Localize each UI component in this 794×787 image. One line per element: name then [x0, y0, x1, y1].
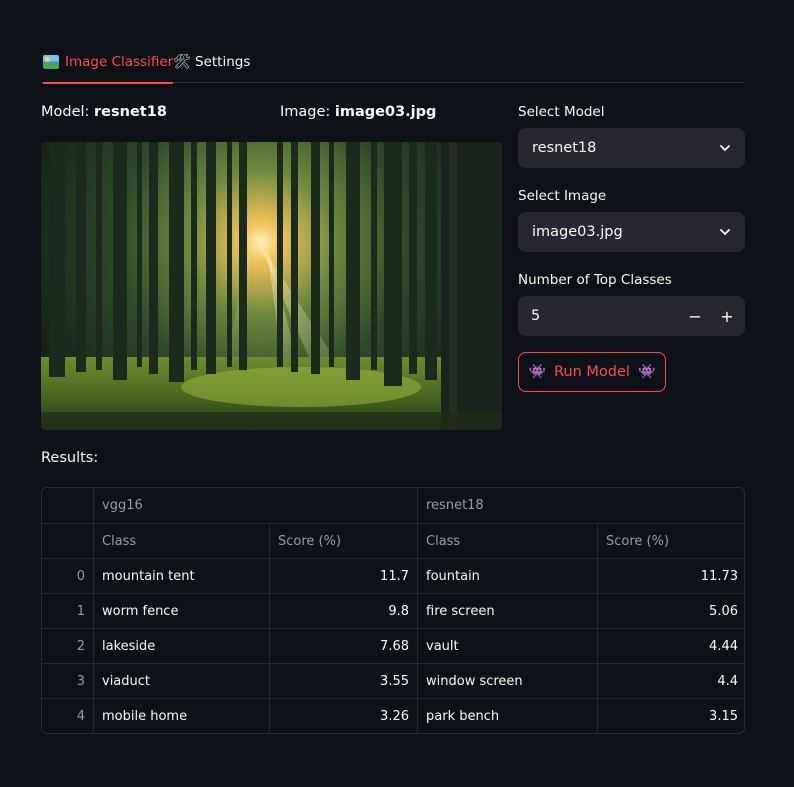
score-cell[interactable]: 4.44 — [597, 629, 744, 664]
top-classes-value[interactable]: 5 — [531, 308, 540, 324]
class-cell[interactable]: window screen — [417, 664, 597, 699]
table-row: 1 worm fence 9.8 fire screen 5.06 — [42, 593, 744, 629]
column-header[interactable]: Score (%) — [269, 524, 417, 559]
column-header[interactable]: Class — [93, 524, 269, 559]
row-index: 3 — [76, 674, 85, 689]
table-group-header: vgg16 resnet18 — [42, 488, 744, 523]
score-cell[interactable]: 11.7 — [269, 559, 417, 594]
class-cell[interactable]: viaduct — [93, 664, 269, 699]
group-header-vgg16: vgg16 — [93, 488, 417, 523]
score-cell[interactable]: 3.15 — [597, 699, 744, 733]
group-header-resnet18: resnet18 — [417, 488, 744, 523]
app-page: Image Classifier 🛠 Settings Model: resne… — [0, 0, 794, 787]
tab-label: Image Classifier — [65, 53, 174, 70]
model-select[interactable]: resnet18 — [518, 128, 745, 168]
table-column-header: Class Score (%) Class Score (%) — [42, 523, 744, 559]
landscape-icon — [43, 54, 59, 69]
table-row: 3 viaduct 3.55 window screen 4.4 — [42, 663, 744, 699]
score-cell[interactable]: 4.4 — [597, 664, 744, 699]
select-image-label: Select Image — [518, 188, 607, 204]
top-classes-label: Number of Top Classes — [518, 272, 672, 288]
class-cell[interactable]: worm fence — [93, 594, 269, 629]
image-select[interactable]: image03.jpg — [518, 212, 745, 252]
column-header[interactable]: Class — [417, 524, 597, 559]
class-cell[interactable]: mobile home — [93, 699, 269, 733]
top-classes-input[interactable]: 5 − + — [518, 296, 745, 336]
corner-cell — [42, 488, 93, 523]
table-row: 4 mobile home 3.26 park bench 3.15 — [42, 698, 744, 733]
image-caption: Image: image03.jpg — [280, 104, 436, 120]
score-cell[interactable]: 9.8 — [269, 594, 417, 629]
tab-image-classifier[interactable]: Image Classifier — [43, 40, 174, 84]
class-cell[interactable]: lakeside — [93, 629, 269, 664]
image-caption-value: image03.jpg — [334, 104, 437, 120]
run-model-label: Run Model — [554, 364, 630, 380]
increment-button[interactable]: + — [712, 296, 742, 336]
select-model-label: Select Model — [518, 104, 605, 120]
score-cell[interactable]: 3.55 — [269, 664, 417, 699]
decrement-button[interactable]: − — [680, 296, 710, 336]
score-cell[interactable]: 5.06 — [597, 594, 744, 629]
model-caption-label: Model: — [41, 104, 90, 120]
results-title: Results: — [41, 450, 99, 466]
class-cell[interactable]: park bench — [417, 699, 597, 733]
row-index: 4 — [76, 709, 85, 724]
tab-label: Settings — [195, 53, 251, 70]
model-caption: Model: resnet18 — [41, 104, 167, 120]
tools-icon: 🛠 — [173, 53, 191, 70]
row-index: 1 — [76, 604, 85, 619]
score-cell[interactable]: 3.26 — [269, 699, 417, 733]
alien-icon: 👾 — [528, 364, 547, 380]
class-cell[interactable]: fire screen — [417, 594, 597, 629]
table-row: 2 lakeside 7.68 vault 4.44 — [42, 628, 744, 664]
row-index: 2 — [76, 639, 85, 654]
class-cell[interactable]: mountain tent — [93, 559, 269, 594]
class-cell[interactable]: vault — [417, 629, 597, 664]
row-index: 0 — [76, 569, 85, 584]
class-cell[interactable]: fountain — [417, 559, 597, 594]
tab-bar: Image Classifier 🛠 Settings — [41, 40, 745, 84]
chevron-down-icon — [720, 229, 730, 235]
alien-icon: 👾 — [637, 364, 656, 380]
score-cell[interactable]: 11.73 — [597, 559, 744, 594]
run-model-button[interactable]: 👾 Run Model 👾 — [518, 352, 666, 392]
table-row: 0 mountain tent 11.7 fountain 11.73 — [42, 558, 744, 594]
forest-image — [41, 142, 502, 430]
model-caption-value: resnet18 — [94, 104, 167, 120]
model-select-value: resnet18 — [532, 140, 597, 156]
column-header[interactable]: Score (%) — [597, 524, 744, 559]
image-caption-label: Image: — [280, 104, 331, 120]
image-select-value: image03.jpg — [532, 224, 623, 240]
index-header-cell — [42, 524, 93, 559]
chevron-down-icon — [720, 145, 730, 151]
tab-settings[interactable]: 🛠 Settings — [173, 40, 250, 83]
score-cell[interactable]: 7.68 — [269, 629, 417, 664]
results-table[interactable]: vgg16 resnet18 Class Score (%) Class Sco… — [41, 487, 745, 734]
